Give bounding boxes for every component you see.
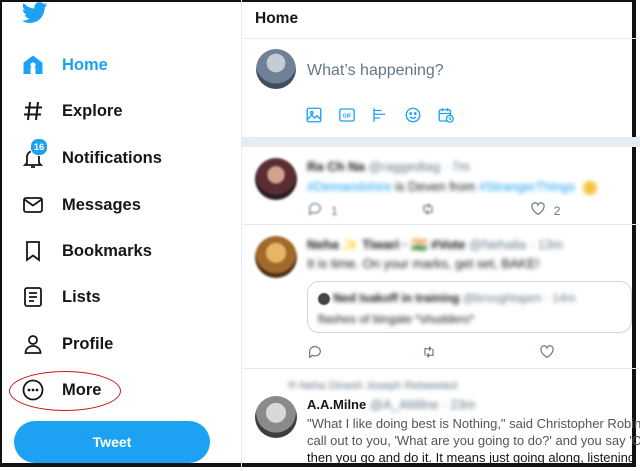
tweet-text-line: "What I like doing best is Nothing," sai… (307, 416, 640, 431)
tweet-header: Neha ✨ Tiwari · 🇮🇳 #Vote @Nehalia · 13m (307, 237, 563, 253)
main-timeline: Home What’s happening? GIF Ra Ch Na @rag… (241, 0, 640, 471)
reply-count: 1 (331, 203, 338, 218)
notification-count-badge: 16 (30, 138, 48, 156)
retweet-icon[interactable] (420, 201, 436, 220)
list-icon (18, 282, 48, 312)
sidebar-item-label: Bookmarks (62, 241, 152, 260)
tweet-text: It is time. On your marks, get set, BAKE… (307, 256, 540, 271)
tweet-button[interactable]: Tweet (14, 421, 210, 463)
sidebar-item-bookmarks[interactable]: Bookmarks (18, 233, 152, 269)
like-count: 2 (553, 203, 561, 218)
section-divider (241, 137, 640, 147)
poll-icon[interactable] (371, 106, 389, 129)
tweet-header: A.A.Milne @A_AMilne · 23m (307, 397, 476, 412)
hashtag-link[interactable]: #StrangerThings (479, 179, 575, 194)
retweeted-by-text: Neha Dinesh Joseph Retweeted (299, 380, 458, 392)
tweet-author-name[interactable]: A.A.Milne (307, 397, 366, 412)
annotation-ellipse (9, 371, 121, 411)
like-icon[interactable] (530, 201, 546, 220)
reply-icon[interactable] (307, 344, 323, 363)
tweet-header: Ra Ch Na @raggedtag · 7m (307, 159, 470, 174)
hashtag-icon (18, 96, 48, 126)
retweet-small-icon: ⟲ (287, 380, 297, 392)
tweet-item[interactable]: Ra Ch Na @raggedtag · 7m #Demandshire is… (241, 147, 640, 225)
compose-input[interactable]: What’s happening? (307, 62, 444, 80)
compose-toolbar: GIF (305, 106, 455, 129)
tweet-actions: 1 2 (307, 201, 560, 220)
reply-icon[interactable] (307, 201, 323, 220)
tweet-author-name[interactable]: Ra Ch Na (307, 159, 365, 174)
sidebar-item-profile[interactable]: Profile (18, 326, 113, 362)
sidebar-item-label: Home (62, 55, 108, 74)
svg-text:GIF: GIF (343, 113, 353, 119)
sidebar-item-explore[interactable]: Explore (18, 93, 123, 129)
user-avatar[interactable] (256, 49, 296, 89)
retweet-icon[interactable] (421, 344, 437, 363)
tweet-handle: @Nehalia · 13m (468, 237, 564, 252)
page-title: Home (241, 0, 640, 39)
envelope-icon (18, 190, 48, 220)
sidebar-item-label: Messages (62, 195, 141, 214)
schedule-icon[interactable] (437, 106, 455, 129)
tweet-avatar[interactable] (255, 236, 297, 278)
bookmark-icon (18, 236, 48, 266)
retweeted-by-label: ⟲ Neha Dinesh Joseph Retweeted (287, 379, 457, 392)
tweet-avatar[interactable] (255, 158, 297, 200)
tweet-handle: @raggedtag · 7m (368, 159, 470, 174)
tweet-avatar[interactable] (255, 396, 297, 438)
sidebar-item-lists[interactable]: Lists (18, 279, 101, 315)
tweet-author-name[interactable]: Neha ✨ Tiwari · 🇮🇳 #Vote (307, 237, 465, 252)
hashtag-link[interactable]: #Demandshire (307, 179, 392, 194)
tweet-handle: @A_AMilne · 23m (369, 397, 476, 412)
tweet-text-segment: is Deven from (391, 179, 479, 194)
quoted-avatar (318, 292, 330, 305)
tweet-item[interactable]: ⟲ Neha Dinesh Joseph Retweeted A.A.Milne… (241, 369, 640, 471)
home-icon (18, 50, 48, 80)
emoji-icon[interactable] (404, 106, 422, 129)
tweet-actions (307, 344, 555, 363)
tweet-text: #Demandshire is Deven from #StrangerThin… (307, 179, 597, 195)
quoted-tweet-header: Ned Isakoff in training @brought­ajam · … (318, 291, 576, 305)
image-icon[interactable] (305, 106, 323, 129)
quoted-handle: @brought­ajam · 14m (462, 291, 576, 305)
gif-icon[interactable]: GIF (338, 106, 356, 129)
quoted-tweet[interactable]: Ned Isakoff in training @brought­ajam · … (307, 281, 632, 333)
sidebar-item-label: Notifications (62, 148, 162, 167)
quoted-author-name: Ned Isakoff in training (333, 291, 460, 305)
like-icon[interactable] (539, 344, 555, 363)
sidebar-item-home[interactable]: Home (18, 47, 108, 83)
sidebar-item-label: Explore (62, 101, 123, 120)
sidebar-item-notifications[interactable]: 16 Notifications (18, 138, 162, 176)
tweet-text-line: call out to you, 'What are you going to … (307, 433, 640, 448)
sidebar-item-messages[interactable]: Messages (18, 187, 141, 223)
quoted-tweet-text: flashes of bingate *shudders* (318, 312, 475, 326)
sidebar-item-label: Lists (62, 287, 101, 306)
sidebar-item-label: Profile (62, 334, 114, 353)
sunglasses-emoji-icon (582, 180, 597, 195)
tweet-item[interactable]: Neha ✨ Tiwari · 🇮🇳 #Vote @Nehalia · 13m … (241, 225, 640, 369)
bell-icon: 16 (18, 138, 48, 173)
twitter-bird-icon[interactable] (22, 2, 48, 24)
tweet-text-line: then you go and do it. It means just goi… (307, 450, 636, 465)
sidebar: Home Explore 16 Notifications Messages B… (0, 0, 242, 471)
person-icon (18, 329, 48, 359)
